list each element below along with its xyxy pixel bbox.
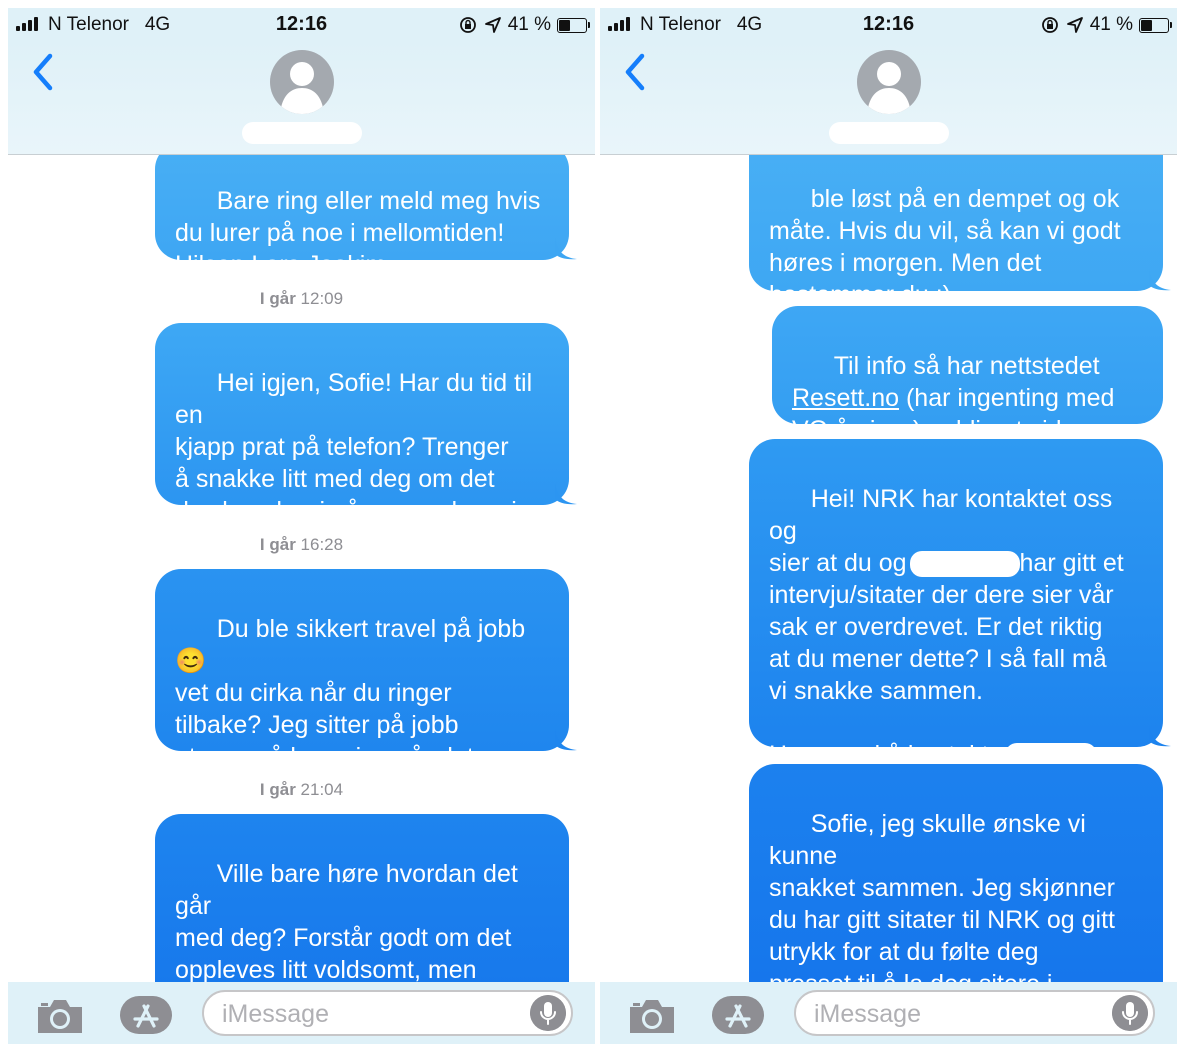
contact-avatar[interactable] <box>856 50 921 114</box>
message-bubble: ble løst på en dempet og ok måte. Hvis d… <box>749 155 1171 309</box>
person-silhouette-icon <box>279 62 324 114</box>
message-bubble: Til info så har nettstedet Resett.no (ha… <box>772 306 1163 444</box>
input-placeholder: iMessage <box>222 1000 329 1028</box>
resett-link[interactable]: Resett.no <box>792 384 899 412</box>
status-bar: N Telenor 4G 12:16 41 % <box>8 8 595 42</box>
microphone-icon[interactable] <box>530 995 566 1031</box>
timestamp: I går 16:28 <box>259 535 344 554</box>
app-store-icon[interactable] <box>118 994 174 1036</box>
back-chevron-icon[interactable] <box>618 52 652 92</box>
microphone-icon[interactable] <box>1112 995 1148 1031</box>
app-store-icon[interactable] <box>710 994 766 1036</box>
timestamp: I går 12:09 <box>259 289 344 308</box>
location-arrow-icon <box>1066 17 1083 33</box>
camera-icon[interactable] <box>34 995 86 1037</box>
contact-name-redacted <box>241 122 362 144</box>
message-list: ble løst på en dempet og ok måte. Hvis d… <box>600 155 1177 982</box>
conversation-header <box>600 42 1177 155</box>
status-bar: N Telenor 4G 12:16 41 % <box>600 8 1177 42</box>
orientation-lock-icon <box>459 17 476 33</box>
battery-percent: 41 % <box>1089 14 1133 35</box>
message-bubble: Du ble sikkert travel på jobb 😊 vet du c… <box>155 569 577 803</box>
message-bubble: Hei igjen, Sofie! Har du tid til en kjap… <box>155 323 577 557</box>
message-bubble: Sofie, jeg skulle ønske vi kunne snakket… <box>749 764 1163 982</box>
battery-icon <box>557 17 590 33</box>
orientation-lock-icon <box>1041 17 1058 33</box>
message-input-bar: iMessage <box>8 982 595 1044</box>
contact-avatar[interactable] <box>269 50 334 114</box>
back-chevron-icon[interactable] <box>26 52 60 92</box>
message-input-bar: iMessage <box>600 982 1177 1044</box>
message-bubble: Bare ring eller meld meg hvis du lurer p… <box>155 155 577 279</box>
imessage-input[interactable]: iMessage <box>202 990 573 1036</box>
location-arrow-icon <box>484 17 501 33</box>
message-bubble: Hei! NRK har kontaktet oss og sier at du… <box>749 439 1171 801</box>
message-list: Bare ring eller meld meg hvis du lurer p… <box>8 155 595 982</box>
imessage-input[interactable]: iMessage <box>794 990 1155 1036</box>
input-placeholder: iMessage <box>814 1000 921 1028</box>
timestamp: I går 21:04 <box>259 780 344 799</box>
conversation-screen-right: N Telenor 4G 12:16 41 % ble løst på en d… <box>600 8 1177 1044</box>
message-bubble: Ville bare høre hvordan det går med deg?… <box>155 814 569 982</box>
battery-percent: 41 % <box>507 14 551 35</box>
camera-icon[interactable] <box>626 995 678 1037</box>
person-silhouette-icon <box>866 62 911 114</box>
conversation-header <box>8 42 595 155</box>
battery-icon <box>1139 17 1172 33</box>
redacted-name <box>909 551 1020 578</box>
conversation-screen-left: N Telenor 4G 12:16 41 % Bare ring eller … <box>8 8 595 1044</box>
contact-name-redacted <box>828 122 949 144</box>
